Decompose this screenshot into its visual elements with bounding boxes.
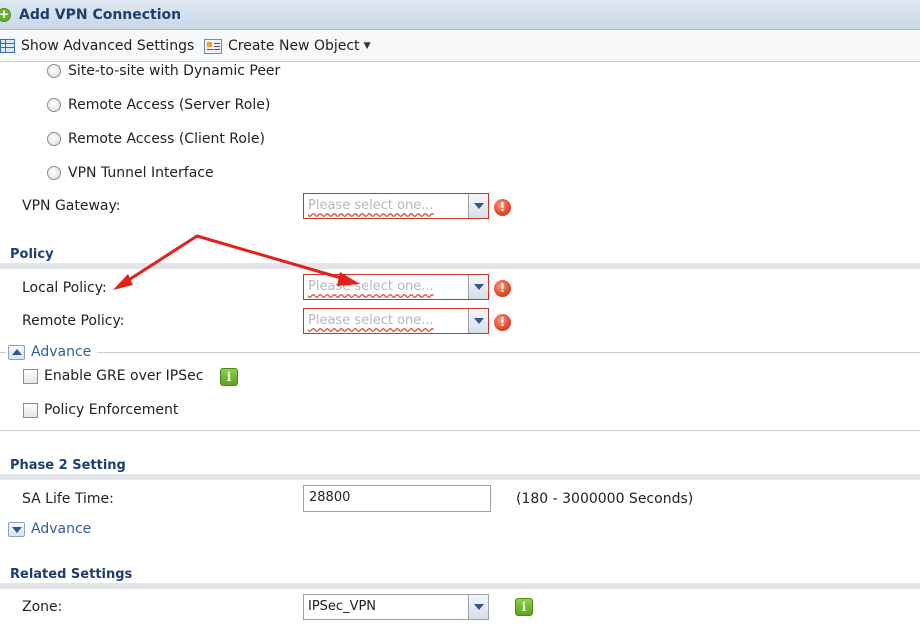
arrowhead-left (113, 274, 133, 290)
related-section-title: Related Settings (10, 567, 133, 582)
enable-gre-checkbox[interactable] (23, 368, 38, 384)
advance-bottom-divider (0, 430, 920, 431)
radio-button[interactable] (47, 64, 61, 78)
select-placeholder: Please select one... (308, 279, 434, 294)
caret-down-icon: ▼ (363, 41, 371, 51)
radio-vpn-tunnel-interface[interactable]: VPN Tunnel Interface (47, 165, 214, 181)
show-advanced-settings-label: Show Advanced Settings (21, 38, 195, 54)
radio-remote-access-client[interactable]: Remote Access (Client Role) (47, 131, 265, 147)
sa-life-time-hint: (180 - 3000000 Seconds) (516, 491, 694, 507)
policy-enforcement-checkbox-row[interactable]: Policy Enforcement (23, 402, 178, 418)
phase2-section-title: Phase 2 Setting (10, 458, 126, 473)
radio-remote-access-server[interactable]: Remote Access (Server Role) (47, 97, 270, 113)
phase2-advance-toggle[interactable]: Advance (8, 521, 91, 537)
vpn-gateway-select[interactable]: Please select one... (303, 193, 489, 219)
local-policy-label: Local Policy: (22, 280, 107, 296)
dialog-title: Add VPN Connection (19, 7, 182, 23)
collapse-icon (8, 344, 25, 360)
zone-label: Zone: (22, 599, 63, 615)
show-advanced-settings-button[interactable]: Show Advanced Settings (0, 36, 194, 56)
create-new-object-label: Create New Object (228, 38, 360, 54)
enable-gre-label: Enable GRE over IPSec (44, 368, 204, 384)
dialog-titlebar: + Add VPN Connection (0, 0, 920, 30)
policy-enforcement-label: Policy Enforcement (44, 402, 179, 418)
add-icon: + (0, 8, 11, 22)
expand-icon (8, 521, 25, 537)
remote-policy-select[interactable]: Please select one... (303, 308, 489, 334)
sa-life-time-label: SA Life Time: (22, 491, 114, 507)
chevron-down-icon[interactable] (468, 275, 488, 299)
chevron-down-icon[interactable] (468, 595, 488, 619)
select-placeholder: Please select one... (308, 198, 434, 213)
radio-label: VPN Tunnel Interface (68, 165, 214, 181)
policy-section-title: Policy (10, 247, 54, 262)
advance-label: Advance (31, 344, 92, 360)
zone-select[interactable]: IPSec_VPN (303, 594, 489, 620)
radio-button[interactable] (47, 166, 61, 180)
enable-gre-checkbox-row[interactable]: Enable GRE over IPSec (23, 368, 203, 384)
chevron-down-icon[interactable] (468, 194, 488, 218)
table-icon (0, 39, 15, 53)
radio-label: Remote Access (Server Role) (68, 97, 271, 113)
radio-label: Site-to-site with Dynamic Peer (68, 63, 281, 79)
chevron-down-icon[interactable] (468, 309, 488, 333)
select-placeholder: Please select one... (308, 313, 434, 328)
advance-label: Advance (31, 521, 92, 537)
info-icon[interactable]: i (515, 598, 533, 616)
error-icon: ! (494, 314, 511, 331)
error-icon: ! (494, 199, 511, 216)
advance-divider-left (0, 352, 6, 353)
policy-enforcement-checkbox[interactable] (23, 402, 38, 418)
radio-label: Remote Access (Client Role) (68, 131, 265, 147)
sa-life-time-input[interactable]: 28800 (303, 485, 491, 512)
policy-advance-toggle[interactable]: Advance (8, 344, 91, 360)
toolbar: Show Advanced Settings Create New Object… (0, 30, 920, 62)
radio-button[interactable] (47, 98, 61, 112)
section-divider (0, 583, 920, 589)
section-divider (0, 263, 920, 269)
radio-site-to-site-dynamic[interactable]: Site-to-site with Dynamic Peer (47, 63, 280, 79)
section-divider (0, 474, 920, 480)
create-new-object-button[interactable]: Create New Object ▼ (204, 36, 370, 56)
radio-button[interactable] (47, 132, 61, 146)
error-icon: ! (494, 280, 511, 297)
vpn-gateway-label: VPN Gateway: (22, 198, 121, 214)
advance-divider (97, 352, 920, 353)
remote-policy-label: Remote Policy: (22, 313, 125, 329)
zone-value: IPSec_VPN (308, 599, 377, 614)
info-icon[interactable]: i (220, 368, 238, 386)
local-policy-select[interactable]: Please select one... (303, 274, 489, 300)
object-icon (204, 38, 222, 54)
